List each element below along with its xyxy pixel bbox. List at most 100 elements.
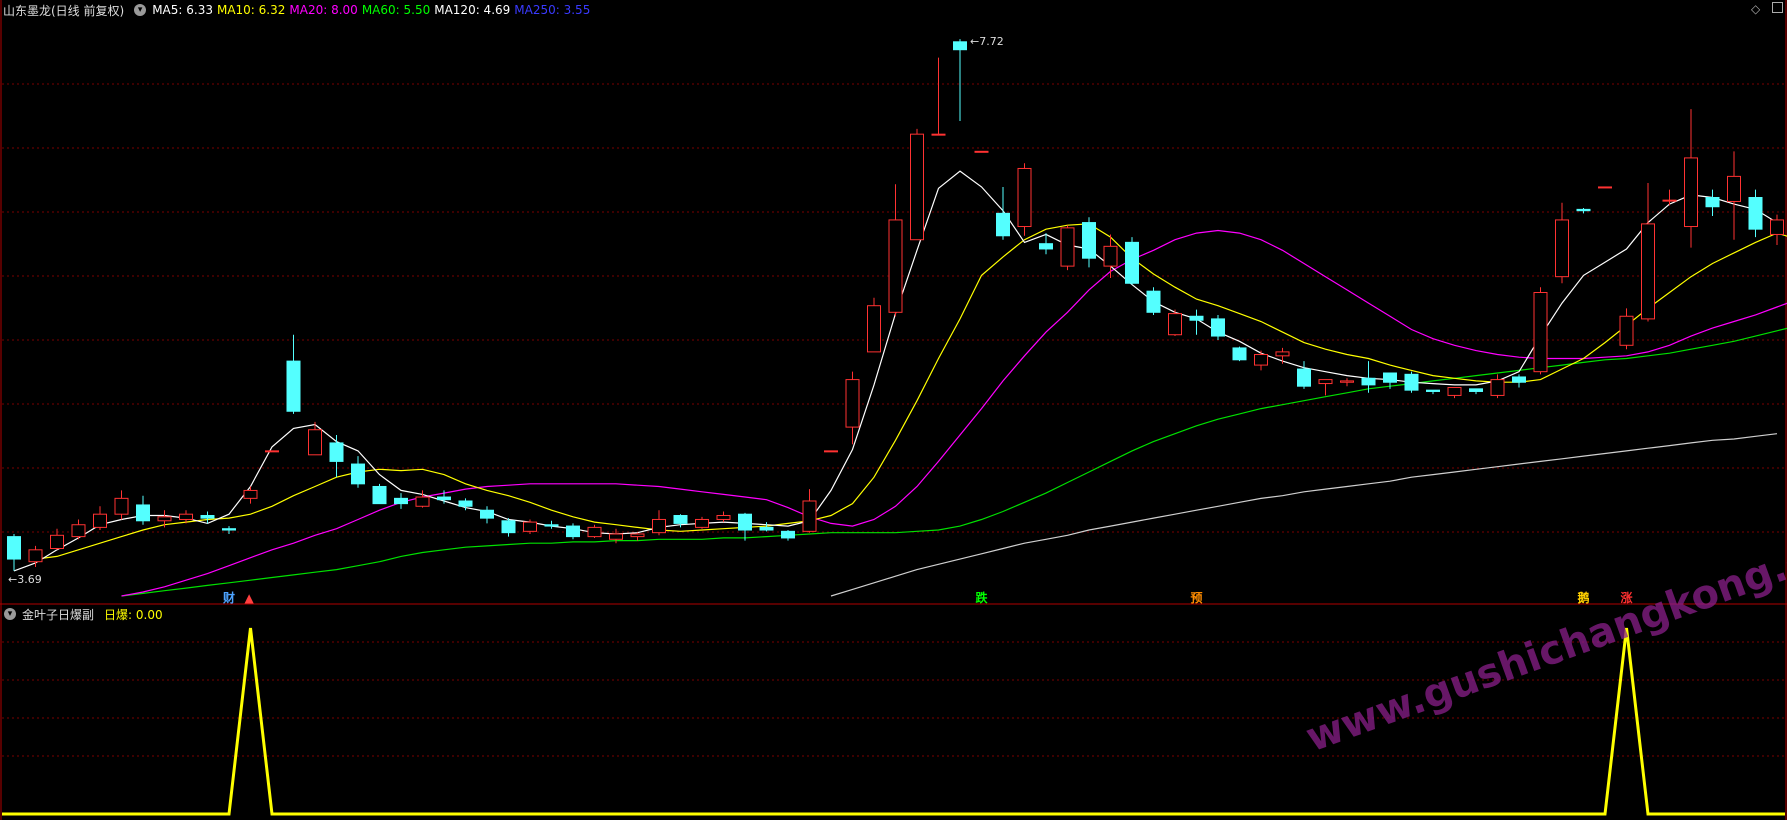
candle-body <box>394 497 408 505</box>
ma120-line <box>830 433 1778 597</box>
candle-body <box>1555 219 1569 278</box>
candle-body <box>802 500 817 532</box>
candle-body <box>372 485 387 505</box>
candle-body <box>351 463 365 485</box>
candle-body <box>501 520 516 534</box>
candle-body <box>1770 219 1784 235</box>
window-controls: ◇ <box>1751 2 1783 16</box>
candle-body <box>931 133 946 136</box>
candle-body <box>845 379 860 428</box>
candle-body <box>50 534 64 549</box>
candle-body <box>1060 227 1075 267</box>
candle-body <box>523 521 537 532</box>
candle-body <box>1447 387 1462 396</box>
candle-body <box>1254 354 1268 366</box>
candle-body <box>286 360 301 412</box>
candle-body <box>1619 315 1634 346</box>
ma-legend-item: MA120: 4.69 <box>434 3 511 17</box>
candle-body <box>1576 208 1591 212</box>
candle-body <box>265 450 279 453</box>
candle-body <box>1103 245 1118 267</box>
stock-chart[interactable]: ←7.72←3.69财 ▲ 跌预鹅涨 <box>0 0 1787 820</box>
candle-body <box>587 526 602 538</box>
candle-body <box>1168 313 1182 336</box>
ma-legend-item: MA10: 6.32 <box>216 3 286 17</box>
ma-legend: MA5: 6.33 MA10: 6.32 MA20: 8.00 MA60: 5.50 M… <box>152 3 594 17</box>
candle-body <box>179 513 193 520</box>
candle-body <box>738 513 752 531</box>
candle-body <box>437 496 451 501</box>
signal-marker: 预 <box>1191 591 1203 605</box>
candle-body <box>1125 241 1139 284</box>
candle-body <box>157 516 172 522</box>
candle-body <box>781 530 795 539</box>
candle-body <box>93 513 107 528</box>
candle-body <box>996 212 1010 237</box>
candle-body <box>1490 379 1505 396</box>
signal-marker: 财 <box>222 590 235 605</box>
candle-body <box>1082 222 1096 259</box>
candle-body <box>1684 157 1698 228</box>
candle-body <box>824 450 838 453</box>
signal-marker: ▲ <box>245 591 255 605</box>
collapse-sub-icon[interactable]: ▾ <box>4 608 16 620</box>
candle-body <box>1017 167 1032 228</box>
candle-body <box>222 528 236 531</box>
candle-body <box>1361 377 1376 386</box>
candle-body <box>136 504 150 522</box>
candle-body <box>28 549 43 563</box>
candle-body <box>695 518 709 528</box>
candle-body <box>1533 292 1548 373</box>
maximize-icon[interactable] <box>1772 2 1783 13</box>
indicator-name[interactable]: 金叶子日爆副 <box>22 606 94 623</box>
candle-body <box>652 518 666 534</box>
candle-body <box>1404 373 1419 391</box>
candle-body <box>243 489 258 499</box>
collapse-main-icon[interactable]: ▾ <box>134 4 147 16</box>
candle-body <box>200 515 215 519</box>
candle-body <box>1641 223 1655 320</box>
candle-body <box>910 133 924 241</box>
candle-body <box>1211 318 1225 337</box>
signal-marker: 鹅 <box>1578 590 1590 605</box>
candle-body <box>1189 315 1204 321</box>
main-header: 山东墨龙(日线 前复权) ▾ MA5: 6.33 MA10: 6.32 MA20: … <box>0 0 594 20</box>
candle-body <box>716 515 731 520</box>
indicator-value: 日爆: 0.00 <box>104 607 163 622</box>
ma-legend-item: MA20: 8.00 <box>289 3 358 17</box>
candle-body <box>867 305 881 353</box>
ma20-line <box>121 229 1787 597</box>
candle-body <box>1662 199 1677 202</box>
high-price-label: ←7.72 <box>970 35 1004 48</box>
candle-body <box>1748 196 1763 230</box>
candle-body <box>1727 175 1741 202</box>
candle-body <box>1469 388 1483 392</box>
low-price-label: ←3.69 <box>8 573 42 586</box>
candle-body <box>1598 186 1612 189</box>
candle-body <box>1039 243 1053 250</box>
candle-body <box>974 150 989 153</box>
candle-body <box>888 219 903 313</box>
candle-body <box>953 41 967 51</box>
ma-legend-item: MA250: 3.55 <box>514 3 591 17</box>
candle-body <box>1275 351 1290 357</box>
diamond-icon[interactable]: ◇ <box>1751 2 1760 16</box>
candle-body <box>759 526 774 531</box>
candle-body <box>1383 372 1397 383</box>
candle-body <box>458 500 473 507</box>
candle-body <box>544 524 559 527</box>
candle-body <box>1146 290 1161 313</box>
stock-name[interactable]: 山东墨龙(日线 前复权) <box>3 2 124 19</box>
candle-body <box>71 524 86 538</box>
ma-legend-item: MA60: 5.50 <box>361 3 431 17</box>
candle-body <box>114 497 129 515</box>
candle-body <box>1426 389 1440 392</box>
candle-body <box>673 515 688 524</box>
ma-legend-item: MA5: 6.33 <box>152 3 213 17</box>
candle-body <box>1297 368 1311 387</box>
candle-body <box>415 496 430 507</box>
candle-body <box>7 536 21 560</box>
candle-body <box>566 525 580 538</box>
candle-body <box>1512 376 1526 383</box>
signal-marker: 跌 <box>976 590 989 605</box>
